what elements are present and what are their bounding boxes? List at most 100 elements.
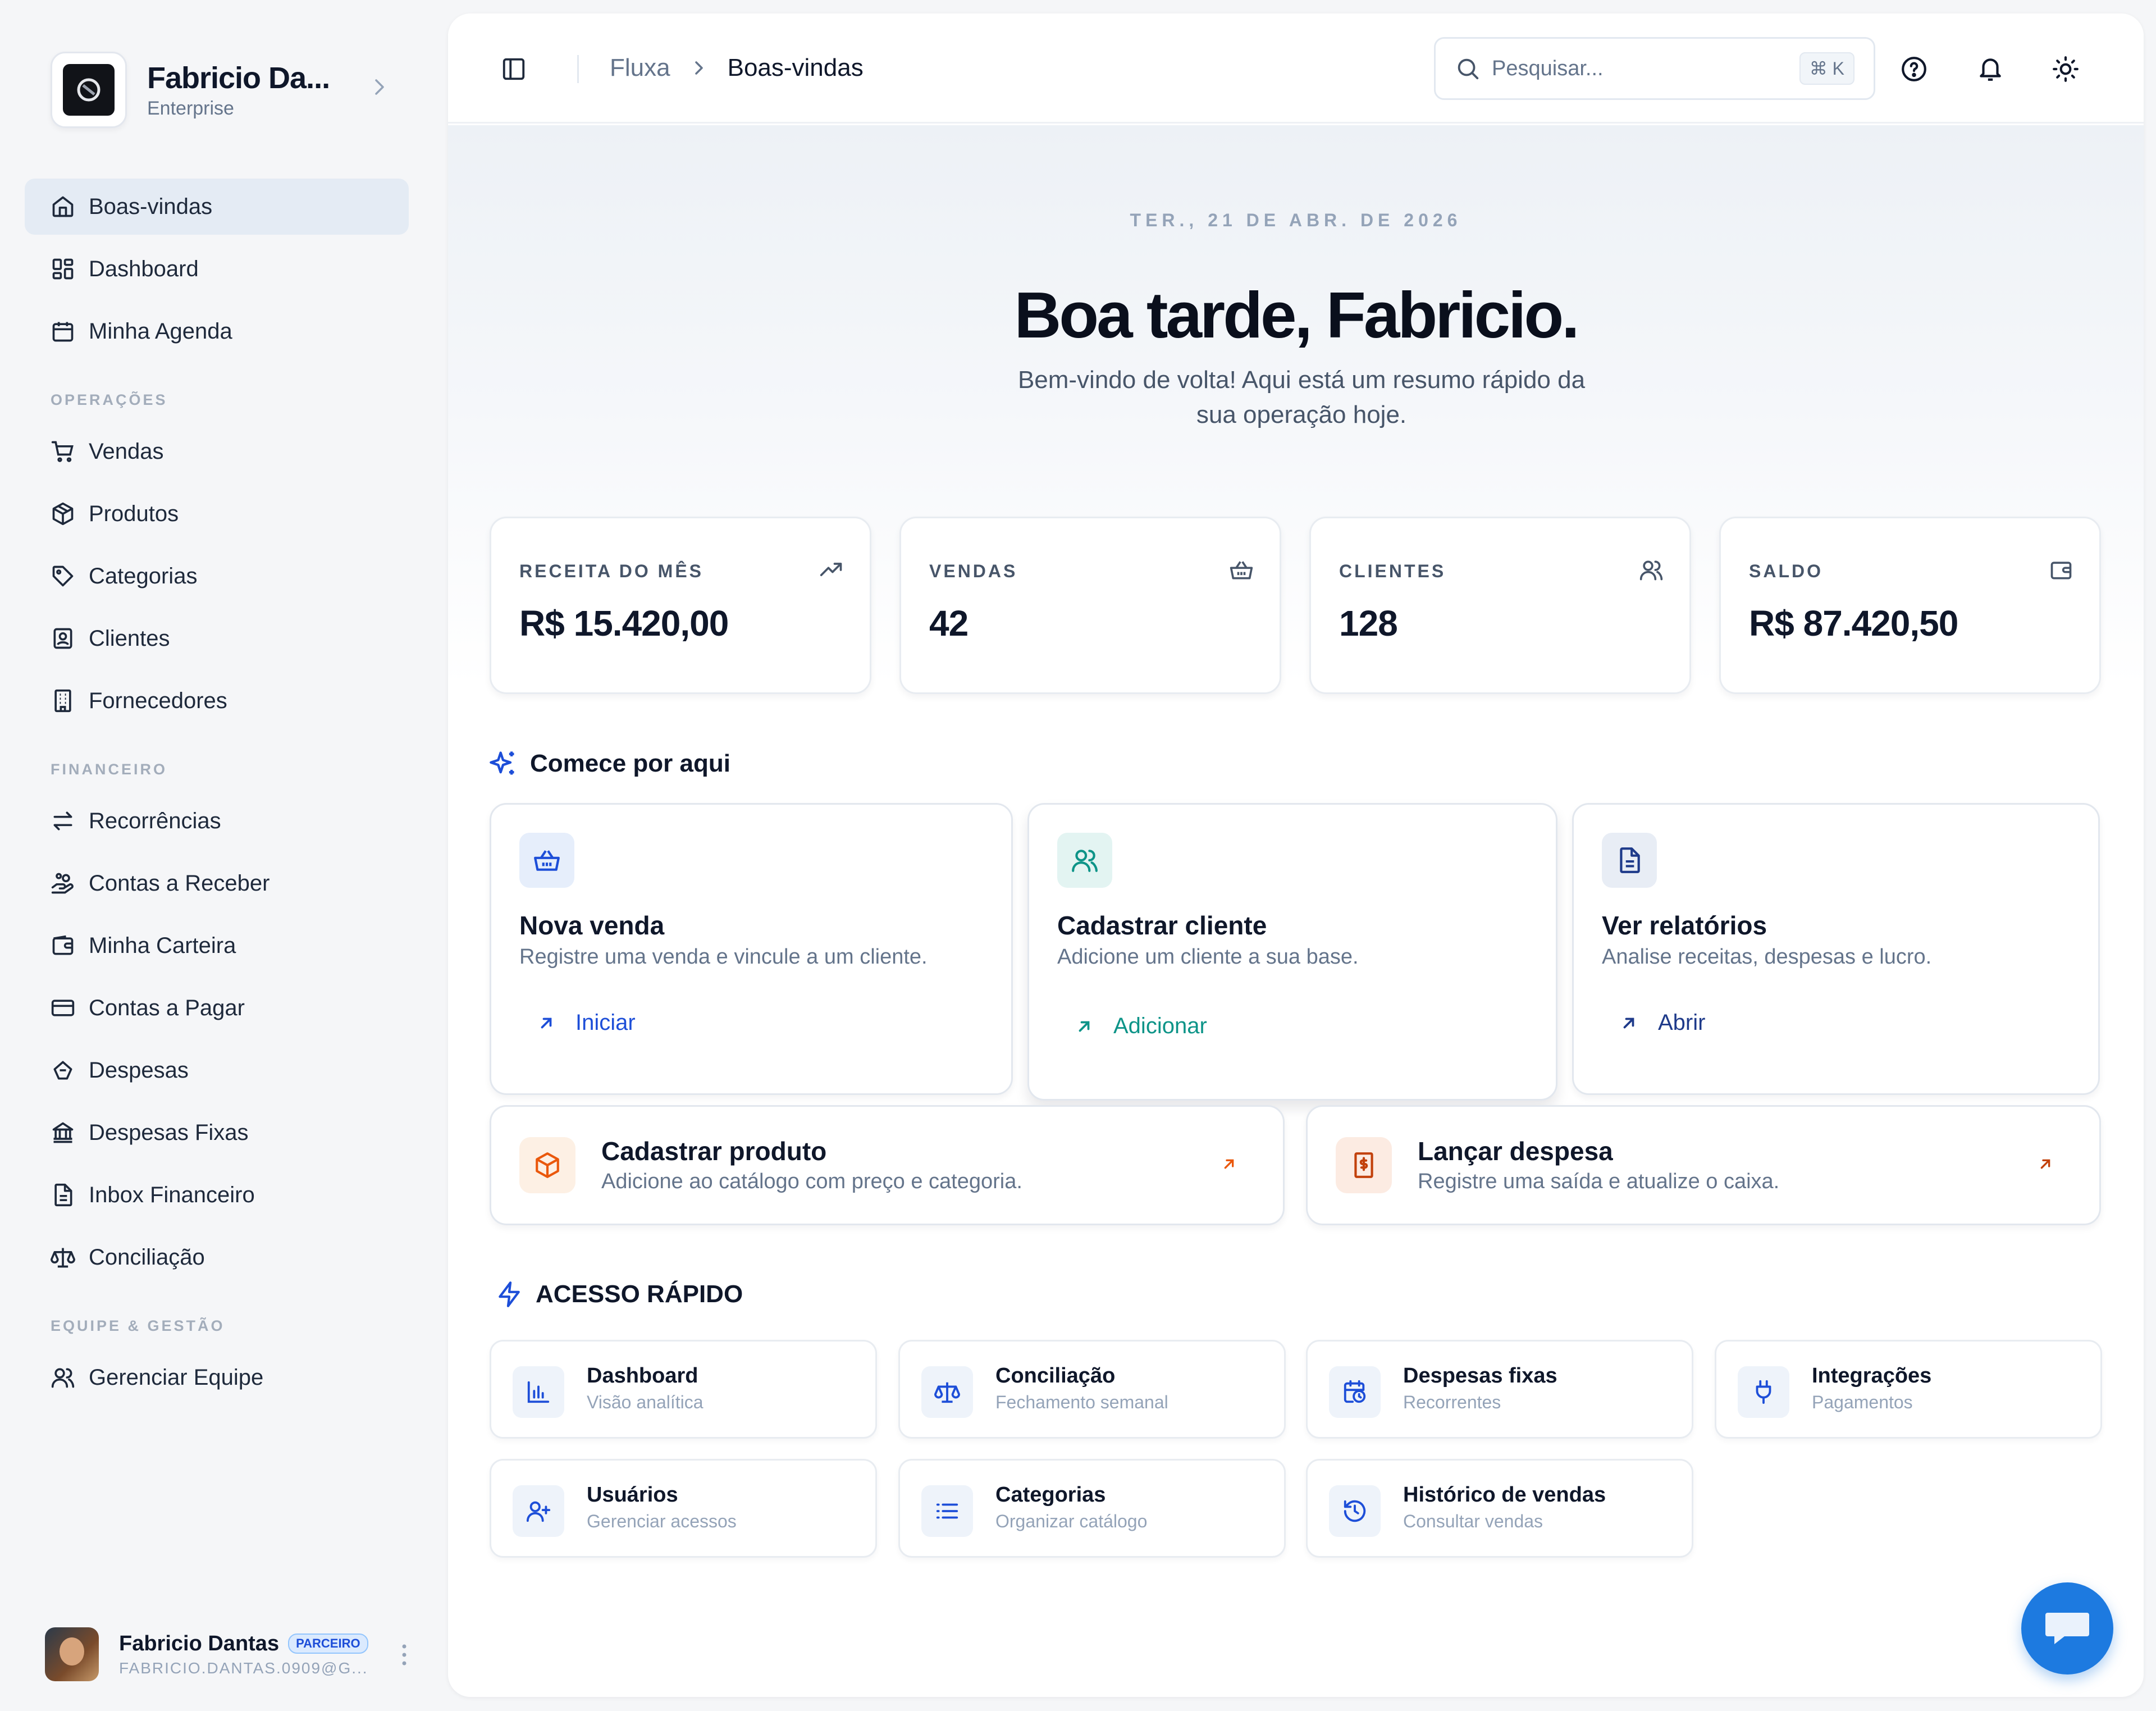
search-icon (1458, 58, 1479, 80)
file-text-icon (1620, 847, 1640, 873)
sun-icon[interactable] (2052, 55, 2080, 83)
action-card-cadastrar-produto[interactable]: Cadastrar produto Adicione ao catálogo c… (490, 1105, 1285, 1225)
sidebar-item-minha-agenda[interactable]: Minha Agenda (25, 303, 409, 359)
users-icon (1072, 850, 1098, 872)
section-quick-access: ACESSO RÁPIDO (495, 1280, 743, 1308)
sidebar-item-gerenciar-equipe[interactable]: Gerenciar Equipe (25, 1349, 409, 1406)
sidebar-item-produtos[interactable]: Produtos (25, 486, 409, 542)
sidebar-item-fornecedores[interactable]: Fornecedores (25, 673, 409, 729)
package-icon (536, 1152, 559, 1178)
search-shortcut: ⌘ K (1799, 52, 1854, 85)
workspace-switcher[interactable]: Fabricio Da... Enterprise (51, 51, 387, 129)
action-icon-box (519, 833, 574, 888)
sidebar-item-label: Recorrências (89, 808, 221, 833)
quick-title: Usuários (587, 1483, 678, 1507)
chevron-right-icon (375, 79, 384, 95)
breadcrumb: Fluxa Boas-vindas (610, 54, 864, 82)
sidebar-item-label: Clientes (89, 626, 170, 651)
search-box[interactable]: ⌘ K (1434, 37, 1875, 100)
sidebar-item-minha-carteira[interactable]: Minha Carteira (25, 918, 409, 974)
action-link-abrir[interactable]: Abrir (1619, 1010, 1705, 1035)
sidebar-item-label: Contas a Pagar (89, 995, 245, 1020)
credit-card-icon (51, 1000, 75, 1016)
quick-icon-box (1329, 1366, 1381, 1418)
cart-icon (51, 441, 74, 462)
quick-link-usuarios[interactable]: Usuários Gerenciar acessos (490, 1459, 877, 1558)
action-description: Analise receitas, despesas e lucro. (1602, 945, 1932, 969)
sidebar-item-label: Fornecedores (89, 688, 227, 713)
quick-icon-box (921, 1485, 973, 1537)
breadcrumb-current: Boas-vindas (727, 54, 864, 81)
arrow-up-right-icon (2040, 1159, 2050, 1169)
quick-subtitle: Pagamentos (1812, 1392, 1913, 1412)
sidebar-item-label: Despesas (89, 1057, 189, 1083)
quick-subtitle: Recorrentes (1403, 1392, 1501, 1412)
more-vertical-icon[interactable] (399, 1642, 410, 1668)
action-link-iniciar[interactable]: Iniciar (536, 1010, 636, 1035)
sidebar-item-despesas[interactable]: Despesas (25, 1042, 409, 1098)
quick-link-integracoes[interactable]: Integrações Pagamentos (1715, 1340, 2102, 1439)
quick-icon-box (1329, 1485, 1381, 1537)
sidebar-item-boas-vindas[interactable]: Boas-vindas (25, 179, 409, 235)
quick-title: Histórico de vendas (1403, 1483, 1606, 1507)
tag-icon (52, 565, 74, 587)
action-card-cadastrar-cliente[interactable]: Cadastrar cliente Adicione um cliente a … (1027, 803, 1557, 1101)
sidebar-item-label: Conciliação (89, 1244, 205, 1270)
bar-chart-icon (527, 1381, 550, 1403)
nav-section-financeiro: FINANCEIRO (51, 761, 167, 778)
sidebar-item-label: Minha Agenda (89, 318, 232, 344)
action-card-nova-venda[interactable]: Nova venda Registre uma venda e vincule … (490, 803, 1013, 1095)
stat-value: 42 (929, 603, 969, 644)
bell-icon[interactable] (1976, 55, 2004, 83)
action-icon-box (519, 1137, 575, 1193)
sidebar-item-categorias[interactable]: Categorias (25, 548, 409, 604)
stat-label: VENDAS (929, 561, 1018, 581)
action-title: Nova venda (519, 911, 665, 940)
quick-link-despesas-fixas[interactable]: Despesas fixas Recorrentes (1306, 1340, 1693, 1439)
trending-up-icon (820, 563, 842, 576)
scale-icon (51, 1248, 75, 1268)
action-link-label: Adicionar (1113, 1014, 1207, 1038)
sidebar-item-contas-a-pagar[interactable]: Contas a Pagar (25, 980, 409, 1036)
package-icon (52, 502, 74, 526)
sidebar-item-despesas-fixas[interactable]: Despesas Fixas (25, 1105, 409, 1161)
user-name: Fabricio Dantas (119, 1631, 280, 1655)
users-icon (1639, 560, 1663, 581)
stat-card-saldo: SALDO R$ 87.420,50 (1719, 517, 2101, 694)
sidebar-item-inbox-financeiro[interactable]: Inbox Financeiro (25, 1167, 409, 1223)
nav-section-operacoes: OPERAÇÕES (51, 391, 168, 408)
action-icon-box (1336, 1137, 1392, 1193)
receipt-dollar-icon (1354, 1152, 1373, 1178)
receipt-icon (53, 1061, 72, 1080)
stat-value: 128 (1339, 603, 1398, 644)
action-card-lancar-despesa[interactable]: Lançar despesa Registre uma saída e atua… (1306, 1105, 2101, 1225)
quick-title: Dashboard (587, 1364, 698, 1388)
action-link-adicionar[interactable]: Adicionar (1074, 1014, 1207, 1039)
sidebar-item-contas-a-receber[interactable]: Contas a Receber (25, 855, 409, 911)
breadcrumb-root[interactable]: Fluxa (610, 54, 670, 82)
workspace-plan: Enterprise (147, 97, 234, 119)
quick-icon-box (1738, 1366, 1789, 1418)
sidebar-item-recorrencias[interactable]: Recorrências (25, 793, 409, 849)
chat-button[interactable] (2021, 1582, 2113, 1675)
quick-icon-box (513, 1366, 564, 1418)
sidebar-toggle-icon[interactable] (501, 56, 527, 82)
users-icon (51, 1368, 75, 1388)
sidebar-item-clientes[interactable]: Clientes (25, 610, 409, 667)
search-input[interactable] (1492, 56, 1784, 81)
sidebar-item-dashboard[interactable]: Dashboard (25, 241, 409, 297)
user-profile[interactable]: Fabricio Dantas PARCEIRO FABRICIO.DANTAS… (45, 1626, 410, 1682)
quick-link-categorias[interactable]: Categorias Organizar catálogo (898, 1459, 1286, 1558)
quick-link-conciliacao[interactable]: Conciliação Fechamento semanal (898, 1340, 1286, 1439)
quick-link-dashboard[interactable]: Dashboard Visão analítica (490, 1340, 877, 1439)
repeat-icon (53, 811, 72, 831)
stat-label: SALDO (1749, 561, 1823, 581)
help-icon[interactable] (1900, 55, 1928, 83)
action-title: Cadastrar cliente (1057, 911, 1267, 940)
sidebar-item-label: Contas a Receber (89, 870, 270, 896)
action-card-ver-relatorios[interactable]: Ver relatórios Analise receitas, despesa… (1572, 803, 2100, 1095)
sidebar-item-vendas[interactable]: Vendas (25, 423, 409, 480)
quick-link-historico-vendas[interactable]: Histórico de vendas Consultar vendas (1306, 1459, 1693, 1558)
quick-title: Integrações (1812, 1364, 1932, 1388)
sidebar-item-conciliacao[interactable]: Conciliação (25, 1229, 409, 1285)
